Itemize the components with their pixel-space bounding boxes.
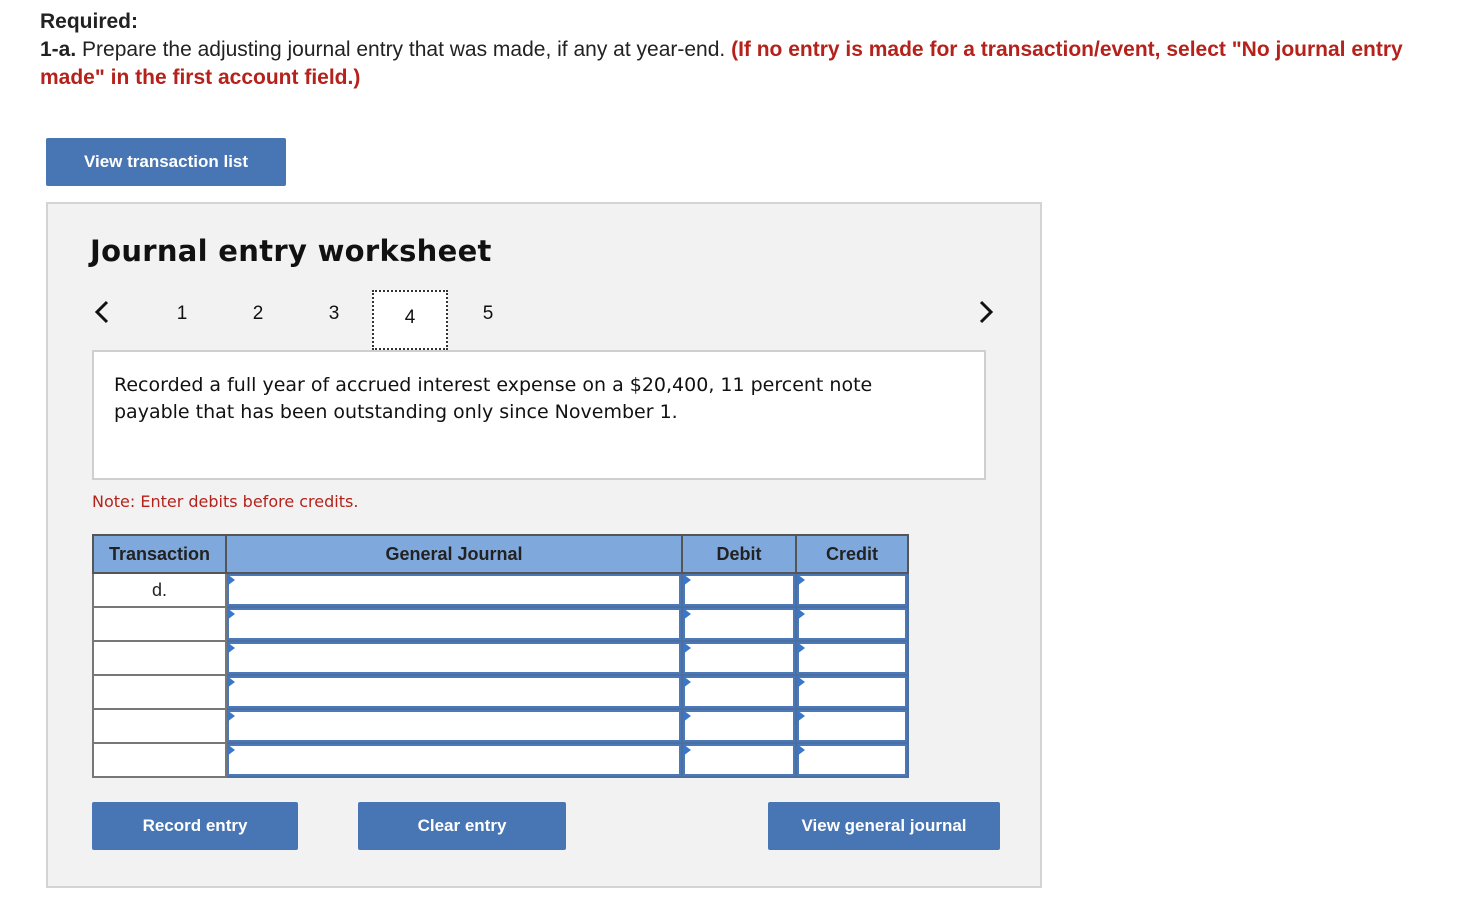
debit-input[interactable] xyxy=(681,674,797,710)
table-row xyxy=(92,640,909,676)
part-number: 1-a. xyxy=(40,38,77,61)
debit-input[interactable] xyxy=(681,742,797,778)
column-header-general-journal: General Journal xyxy=(225,534,683,574)
debit-credit-note: Note: Enter debits before credits. xyxy=(92,492,359,511)
dropdown-marker-icon xyxy=(683,710,691,722)
dropdown-marker-icon xyxy=(683,608,691,620)
view-general-journal-button[interactable]: View general journal xyxy=(768,802,1000,850)
dropdown-marker-icon xyxy=(227,676,235,688)
dropdown-marker-icon xyxy=(683,744,691,756)
view-transaction-list-button[interactable]: View transaction list xyxy=(46,138,286,186)
journal-entry-worksheet: Journal entry worksheet 1 2 3 4 5 Record… xyxy=(46,202,1042,888)
account-select[interactable] xyxy=(225,606,683,642)
transaction-description-box: Recorded a full year of accrued interest… xyxy=(92,350,986,480)
worksheet-title: Journal entry worksheet xyxy=(90,234,492,268)
debit-input[interactable] xyxy=(681,572,797,608)
step-3[interactable]: 3 xyxy=(314,300,354,328)
transaction-cell xyxy=(92,742,227,778)
dropdown-marker-icon xyxy=(683,642,691,654)
dropdown-marker-icon xyxy=(683,676,691,688)
dropdown-marker-icon xyxy=(797,608,805,620)
dropdown-marker-icon xyxy=(227,608,235,620)
table-row xyxy=(92,674,909,710)
debit-input[interactable] xyxy=(681,606,797,642)
account-select[interactable] xyxy=(225,742,683,778)
credit-input[interactable] xyxy=(795,708,909,744)
credit-input[interactable] xyxy=(795,640,909,676)
instruction-main: Prepare the adjusting journal entry that… xyxy=(82,38,726,61)
account-select[interactable] xyxy=(225,674,683,710)
table-row: d. xyxy=(92,572,909,608)
account-select[interactable] xyxy=(225,640,683,676)
account-select[interactable] xyxy=(225,572,683,608)
step-2[interactable]: 2 xyxy=(238,300,278,328)
step-5[interactable]: 5 xyxy=(468,300,508,328)
chevron-right-icon[interactable] xyxy=(976,298,996,326)
debit-input[interactable] xyxy=(681,640,797,676)
debit-input[interactable] xyxy=(681,708,797,744)
dropdown-marker-icon xyxy=(797,710,805,722)
transaction-description: Recorded a full year of accrued interest… xyxy=(114,374,873,423)
instruction-text: 1-a. Prepare the adjusting journal entry… xyxy=(40,36,1440,92)
credit-input[interactable] xyxy=(795,674,909,710)
dropdown-marker-icon xyxy=(797,574,805,586)
dropdown-marker-icon xyxy=(227,574,235,586)
journal-table: Transaction General Journal Debit Credit… xyxy=(92,534,909,778)
table-row xyxy=(92,708,909,744)
dropdown-marker-icon xyxy=(797,642,805,654)
dropdown-marker-icon xyxy=(227,744,235,756)
dropdown-marker-icon xyxy=(797,676,805,688)
chevron-left-icon[interactable] xyxy=(92,298,112,326)
account-select[interactable] xyxy=(225,708,683,744)
transaction-cell xyxy=(92,640,227,676)
step-1[interactable]: 1 xyxy=(162,300,202,328)
transaction-cell xyxy=(92,606,227,642)
required-heading: Required: xyxy=(40,10,139,33)
dropdown-marker-icon xyxy=(227,710,235,722)
clear-entry-button[interactable]: Clear entry xyxy=(358,802,566,850)
dropdown-marker-icon xyxy=(797,744,805,756)
credit-input[interactable] xyxy=(795,606,909,642)
credit-input[interactable] xyxy=(795,572,909,608)
column-header-transaction: Transaction xyxy=(92,534,227,574)
column-header-credit: Credit xyxy=(795,534,909,574)
dropdown-marker-icon xyxy=(227,642,235,654)
table-row xyxy=(92,742,909,778)
transaction-cell xyxy=(92,708,227,744)
dropdown-marker-icon xyxy=(683,574,691,586)
transaction-cell xyxy=(92,674,227,710)
column-header-debit: Debit xyxy=(681,534,797,574)
credit-input[interactable] xyxy=(795,742,909,778)
record-entry-button[interactable]: Record entry xyxy=(92,802,298,850)
transaction-cell: d. xyxy=(92,572,227,608)
table-row xyxy=(92,606,909,642)
step-4-active[interactable]: 4 xyxy=(372,290,448,350)
